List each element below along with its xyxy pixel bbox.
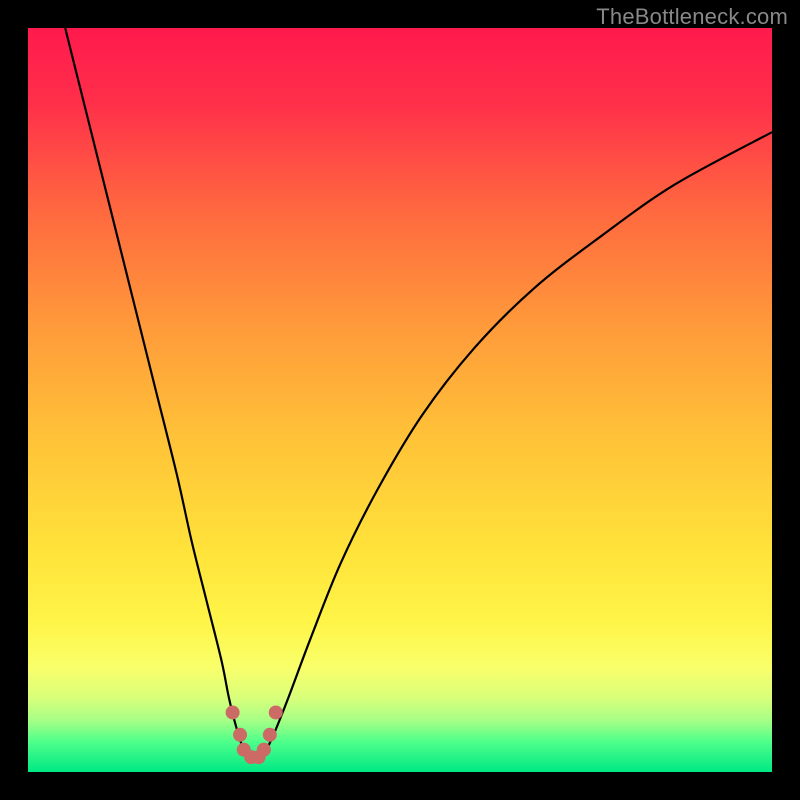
minimum-marker <box>226 705 240 719</box>
bottleneck-chart <box>28 28 772 772</box>
minimum-marker <box>233 728 247 742</box>
minimum-marker <box>263 728 277 742</box>
minimum-marker <box>269 705 283 719</box>
watermark-label: TheBottleneck.com <box>596 4 788 30</box>
plot-frame <box>28 28 772 772</box>
gradient-fill <box>28 28 772 772</box>
minimum-marker <box>257 743 271 757</box>
